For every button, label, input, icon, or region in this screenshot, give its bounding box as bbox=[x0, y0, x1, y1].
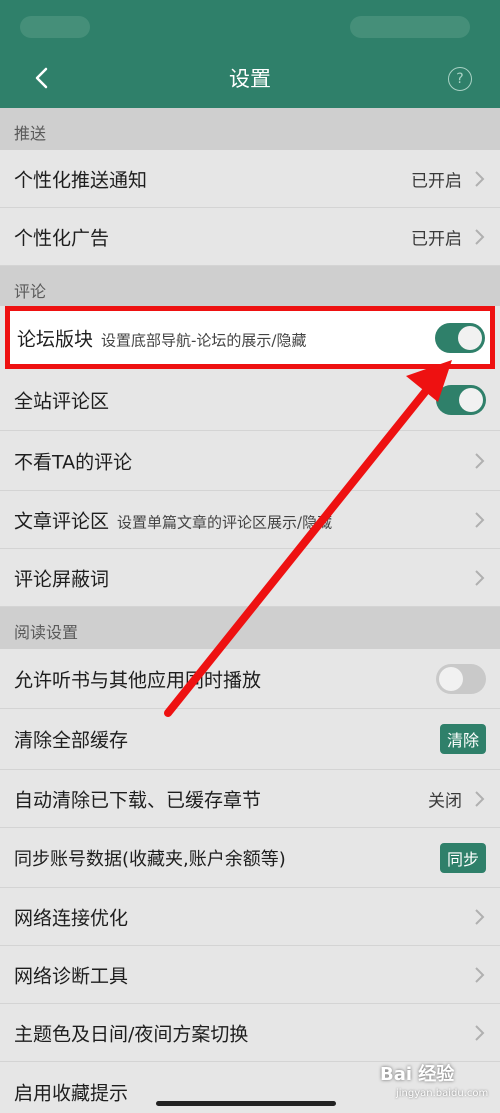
annotation-arrow bbox=[164, 360, 452, 717]
home-indicator[interactable] bbox=[156, 1101, 336, 1106]
baidu-watermark-url: jingyan.baidu.com bbox=[396, 1088, 489, 1099]
baidu-watermark: Bai 经验 bbox=[380, 1064, 455, 1085]
